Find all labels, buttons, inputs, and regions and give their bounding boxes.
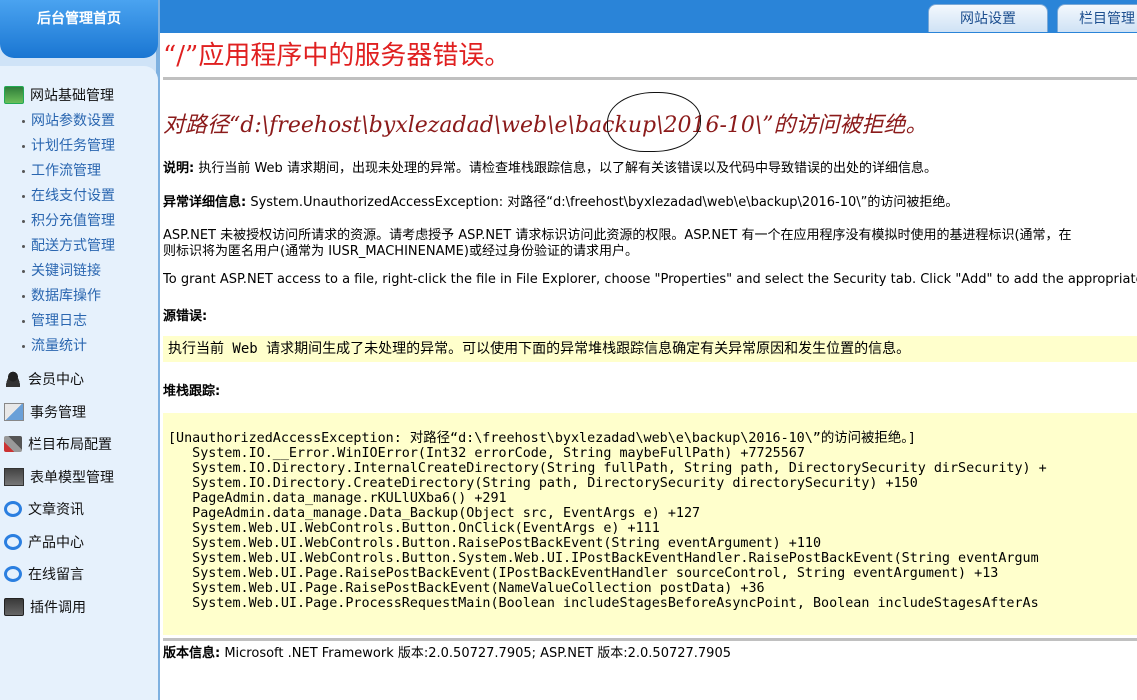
description-text: 执行当前 Web 请求期间，出现未处理的异常。请检查堆栈跟踪信息，以了解有关该错… bbox=[194, 161, 937, 176]
sidebar-item-traffic-stats[interactable]: 流量统计 bbox=[22, 335, 87, 357]
sidebar-group-label: 事务管理 bbox=[30, 405, 86, 421]
description-line: 说明: 执行当前 Web 请求期间，出现未处理的异常。请检查堆栈跟踪信息，以了解… bbox=[163, 157, 937, 176]
sidebar-group-label: 插件调用 bbox=[30, 600, 86, 616]
user-icon bbox=[4, 371, 22, 387]
stack-line: System.Web.UI.Page.RaisePostBackEvent(Na… bbox=[168, 581, 765, 596]
ie-icon bbox=[4, 566, 22, 582]
stack-trace-box: [UnauthorizedAccessException: 对路径“d:\fre… bbox=[163, 413, 1137, 635]
admin-home-button[interactable]: 后台管理首页 bbox=[0, 0, 158, 58]
tab-site-settings[interactable]: 网站设置 bbox=[928, 4, 1048, 32]
bullet-icon bbox=[22, 269, 25, 273]
stack-line: System.IO.Directory.CreateDirectory(Stri… bbox=[168, 476, 918, 491]
sidebar-item-database[interactable]: 数据库操作 bbox=[22, 285, 101, 307]
grant-access-note: To grant ASP.NET access to a file, right… bbox=[163, 272, 1137, 287]
network-icon bbox=[4, 86, 24, 104]
tools-icon bbox=[4, 436, 22, 452]
sidebar-group-label: 产品中心 bbox=[28, 535, 84, 551]
sidebar-item-online-payment[interactable]: 在线支付设置 bbox=[22, 185, 115, 207]
version-label: 版本信息: bbox=[163, 646, 221, 661]
error-page: “/”应用程序中的服务器错误。 对路径“d:\freehost\byxlezad… bbox=[163, 33, 1137, 700]
sidebar-group-label: 会员中心 bbox=[28, 372, 84, 388]
bullet-icon bbox=[22, 194, 25, 198]
sidebar-group-messages[interactable]: 在线留言 bbox=[4, 562, 84, 586]
bullet-icon bbox=[22, 319, 25, 323]
sidebar-group-label: 在线留言 bbox=[28, 567, 84, 583]
version-info: 版本信息: Microsoft .NET Framework 版本:2.0.50… bbox=[163, 642, 731, 661]
bullet-icon bbox=[22, 119, 25, 123]
source-error-heading: 源错误: bbox=[163, 309, 208, 324]
version-text: Microsoft .NET Framework 版本:2.0.50727.79… bbox=[220, 646, 731, 661]
sidebar-group-label: 文章资讯 bbox=[28, 502, 84, 518]
sidebar-group-label: 表单模型管理 bbox=[30, 470, 114, 486]
description-label: 说明: bbox=[163, 161, 195, 176]
sidebar-group-column-layout[interactable]: 栏目布局配置 bbox=[4, 432, 112, 456]
error-title: “/”应用程序中的服务器错误。 bbox=[163, 41, 511, 71]
plugin-icon bbox=[4, 598, 24, 616]
form-icon bbox=[4, 468, 24, 486]
exception-detail-line: 异常详细信息: System.UnauthorizedAccessExcepti… bbox=[163, 191, 958, 210]
tab-column-manage[interactable]: 栏目管理 bbox=[1057, 4, 1137, 32]
sidebar-group-form-models[interactable]: 表单模型管理 bbox=[4, 465, 114, 489]
sidebar-group-products[interactable]: 产品中心 bbox=[4, 530, 84, 554]
stack-line: [UnauthorizedAccessException: 对路径“d:\fre… bbox=[168, 431, 916, 446]
sidebar-item-admin-log[interactable]: 管理日志 bbox=[22, 310, 87, 332]
sidebar-group-label: 网站基础管理 bbox=[30, 88, 114, 104]
stack-line: System.Web.UI.Page.ProcessRequestMain(Bo… bbox=[168, 596, 1039, 611]
sidebar-group-affairs[interactable]: 事务管理 bbox=[4, 400, 86, 424]
sidebar-item-points-recharge[interactable]: 积分充值管理 bbox=[22, 210, 115, 232]
sidebar-group-site-basic[interactable]: 网站基础管理 bbox=[4, 83, 114, 107]
sidebar-item-workflow[interactable]: 工作流管理 bbox=[22, 160, 101, 182]
aspnet-note-line-2: 则标识将为匿名用户(通常为 IUSR_MACHINENAME)或经过身份验证的请… bbox=[163, 244, 638, 259]
ie-icon bbox=[4, 501, 22, 517]
stack-line: System.Web.UI.WebControls.Button.OnClick… bbox=[168, 521, 660, 536]
stack-line: System.Web.UI.WebControls.Button.System.… bbox=[168, 551, 1039, 566]
stack-line: PageAdmin.data_manage.rKULlUXba6() +291 bbox=[168, 491, 507, 506]
ie-icon bbox=[4, 534, 22, 550]
stack-line: System.Web.UI.WebControls.Button.RaisePo… bbox=[168, 536, 822, 551]
bullet-icon bbox=[22, 244, 25, 248]
stack-line: System.Web.UI.Page.RaisePostBackEvent(IP… bbox=[168, 566, 999, 581]
sidebar-group-members[interactable]: 会员中心 bbox=[4, 367, 84, 391]
bullet-icon bbox=[22, 294, 25, 298]
bullet-icon bbox=[22, 169, 25, 173]
divider bbox=[163, 77, 1137, 80]
sidebar-item-site-params[interactable]: 网站参数设置 bbox=[22, 110, 115, 132]
sidebar-item-scheduled-tasks[interactable]: 计划任务管理 bbox=[22, 135, 115, 157]
stack-line: System.IO.Directory.InternalCreateDirect… bbox=[168, 461, 1047, 476]
sidebar-group-articles[interactable]: 文章资讯 bbox=[4, 497, 84, 521]
task-icon bbox=[4, 403, 24, 421]
error-message: 对路径“d:\freehost\byxlezadad\web\e\backup\… bbox=[163, 113, 928, 138]
sidebar-group-label: 栏目布局配置 bbox=[28, 437, 112, 453]
bullet-icon bbox=[22, 144, 25, 148]
bullet-icon bbox=[22, 344, 25, 348]
exception-detail-text: System.UnauthorizedAccessException: 对路径“… bbox=[246, 195, 959, 210]
hand-drawn-circle-annotation bbox=[607, 92, 701, 152]
bullet-icon bbox=[22, 219, 25, 223]
sidebar-item-keyword-links[interactable]: 关键词链接 bbox=[22, 260, 101, 282]
stack-line: PageAdmin.data_manage.Data_Backup(Object… bbox=[168, 506, 701, 521]
divider bbox=[163, 638, 1137, 641]
source-error-box: 执行当前 Web 请求期间生成了未处理的异常。可以使用下面的异常堆栈跟踪信息确定… bbox=[163, 336, 1137, 362]
sidebar-item-delivery[interactable]: 配送方式管理 bbox=[22, 235, 115, 257]
exception-detail-label: 异常详细信息: bbox=[163, 195, 247, 210]
stack-trace-heading: 堆栈跟踪: bbox=[163, 384, 221, 399]
sidebar-group-plugins[interactable]: 插件调用 bbox=[4, 595, 86, 619]
stack-line: System.IO.__Error.WinIOError(Int32 error… bbox=[168, 446, 805, 461]
sidebar: 后台管理首页 网站基础管理 网站参数设置 计划任务管理 工作流管理 在线支付设置… bbox=[0, 0, 160, 700]
